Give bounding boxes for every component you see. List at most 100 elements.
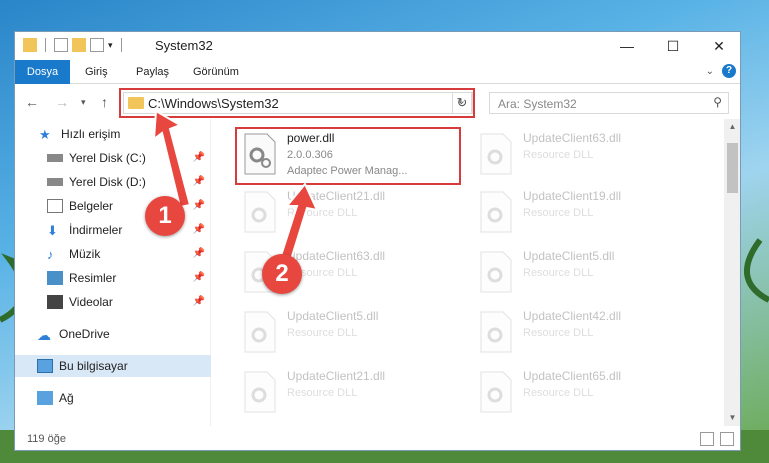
minimize-button[interactable]: —: [604, 32, 650, 60]
pin-icon[interactable]: 📌: [193, 272, 205, 283]
file-type: Resource DLL: [523, 207, 594, 219]
sidebar-item-videos[interactable]: Videolar 📌: [15, 291, 211, 313]
up-arrow-icon[interactable]: ↑: [101, 94, 108, 110]
scroll-down-icon[interactable]: ▼: [724, 410, 740, 426]
dll-file-icon: [244, 371, 276, 413]
music-icon: ♪: [47, 247, 54, 262]
customize-toolbar-icon[interactable]: [90, 38, 104, 52]
navigation-bar: ← → ▾ ↑ C:\Windows\System32 ⌄ ↻ Ara: Sys…: [15, 85, 740, 119]
ribbon-right: ⌄ ?: [706, 64, 736, 78]
sidebar-item-network[interactable]: Ağ: [15, 387, 211, 409]
sidebar-item-label: Müzik: [69, 247, 101, 261]
tab-home[interactable]: Giriş: [85, 60, 108, 84]
recent-locations-icon[interactable]: ▾: [81, 97, 86, 108]
star-icon: ★: [39, 127, 51, 142]
document-icon: [47, 199, 63, 213]
file-highlight-box: [235, 127, 461, 185]
dll-file-icon: [480, 311, 512, 353]
properties-icon[interactable]: [54, 38, 68, 52]
file-item[interactable]: UpdateClient19.dll Resource DLL: [473, 185, 693, 239]
file-type: Resource DLL: [287, 387, 358, 399]
sidebar-item-label: Bu bilgisayar: [59, 359, 128, 373]
divider: [120, 38, 122, 52]
cloud-icon: ☁: [37, 327, 51, 343]
file-name: UpdateClient21.dll: [287, 369, 386, 383]
window-controls: — ☐ ✕: [604, 32, 740, 60]
search-input[interactable]: Ara: System32: [498, 97, 577, 111]
dll-file-icon: [480, 133, 512, 175]
computer-icon: [37, 359, 53, 373]
download-icon: ⬇: [47, 223, 58, 238]
file-type: Resource DLL: [523, 327, 594, 339]
file-item[interactable]: UpdateClient65.dll Resource DLL: [473, 365, 693, 419]
step-marker-2: 2: [262, 254, 302, 294]
sidebar-item-label: Yerel Disk (C:): [69, 151, 146, 165]
help-icon[interactable]: ?: [722, 64, 736, 78]
sidebar-item-label: Belgeler: [69, 199, 114, 213]
forward-arrow-icon[interactable]: →: [55, 94, 69, 110]
scroll-up-icon[interactable]: ▲: [724, 119, 740, 135]
chevron-down-icon[interactable]: ▾: [108, 40, 113, 51]
file-type: Resource DLL: [523, 387, 594, 399]
file-item[interactable]: UpdateClient5.dll Resource DLL: [473, 245, 693, 299]
file-type: Resource DLL: [523, 267, 594, 279]
dll-file-icon: [244, 311, 276, 353]
details-view-icon[interactable]: [700, 432, 714, 446]
file-item[interactable]: UpdateClient42.dll Resource DLL: [473, 305, 693, 359]
file-name: UpdateClient19.dll: [523, 189, 622, 203]
network-icon: [37, 391, 53, 405]
file-type: Resource DLL: [523, 149, 594, 161]
dll-file-icon: [480, 251, 512, 293]
file-item[interactable]: UpdateClient21.dll Resource DLL: [237, 365, 457, 419]
title-bar: ▾ System32 — ☐ ✕: [15, 32, 740, 60]
file-item[interactable]: UpdateClient63.dll Resource DLL: [473, 127, 693, 181]
dll-file-icon: [480, 191, 512, 233]
divider: [45, 38, 46, 52]
file-name: UpdateClient5.dll: [523, 249, 615, 263]
pin-icon[interactable]: 📌: [193, 296, 205, 307]
pin-icon[interactable]: 📌: [193, 224, 205, 235]
file-item[interactable]: UpdateClient5.dll Resource DLL: [237, 305, 457, 359]
tab-view[interactable]: Görünüm: [193, 60, 239, 84]
large-icons-view-icon[interactable]: [720, 432, 734, 446]
file-name: UpdateClient5.dll: [287, 309, 379, 323]
view-switcher: [700, 432, 734, 446]
sidebar-item-pictures[interactable]: Resimler 📌: [15, 267, 211, 289]
file-type: Resource DLL: [287, 327, 358, 339]
film-icon: [47, 295, 63, 309]
sidebar-item-label: İndirmeler: [69, 223, 123, 237]
search-icon[interactable]: ⚲: [713, 95, 722, 109]
new-folder-icon[interactable]: [72, 38, 86, 52]
sidebar-item-this-pc[interactable]: Bu bilgisayar: [15, 355, 211, 377]
tab-file[interactable]: Dosya: [15, 60, 70, 84]
expand-ribbon-icon[interactable]: ⌄: [706, 66, 714, 77]
drive-icon: [47, 178, 63, 186]
sidebar-item-label: Videolar: [69, 295, 113, 309]
file-name: UpdateClient63.dll: [523, 131, 622, 145]
scroll-thumb[interactable]: [727, 143, 738, 193]
tab-share[interactable]: Paylaş: [136, 60, 169, 84]
sidebar-item-onedrive[interactable]: ☁ OneDrive: [15, 323, 211, 345]
vertical-scrollbar[interactable]: ▲ ▼: [724, 119, 740, 426]
search-box[interactable]: Ara: System32 ⚲: [489, 92, 729, 114]
file-name: UpdateClient65.dll: [523, 369, 622, 383]
pin-icon[interactable]: 📌: [193, 248, 205, 259]
window-title: System32: [155, 38, 213, 53]
back-arrow-icon[interactable]: ←: [25, 94, 39, 110]
drive-icon: [47, 154, 63, 162]
explorer-window: ▾ System32 — ☐ ✕ Dosya Giriş Paylaş Görü…: [14, 31, 741, 451]
close-button[interactable]: ✕: [696, 32, 740, 60]
step-marker-1: 1: [145, 196, 185, 236]
file-name: UpdateClient42.dll: [523, 309, 622, 323]
sidebar-item-label: Resimler: [69, 271, 117, 285]
sidebar-item-label: OneDrive: [59, 327, 110, 341]
sidebar-item-label: Yerel Disk (D:): [69, 175, 146, 189]
quick-access-toolbar: ▾: [23, 38, 126, 52]
sidebar-item-label: Hızlı erişim: [61, 127, 121, 141]
sidebar-item-music[interactable]: ♪ Müzik 📌: [15, 243, 211, 265]
picture-icon: [47, 271, 63, 285]
dll-file-icon: [480, 371, 512, 413]
sidebar-item-label: Ağ: [59, 391, 74, 405]
folder-icon[interactable]: [23, 38, 37, 52]
maximize-button[interactable]: ☐: [650, 32, 696, 60]
